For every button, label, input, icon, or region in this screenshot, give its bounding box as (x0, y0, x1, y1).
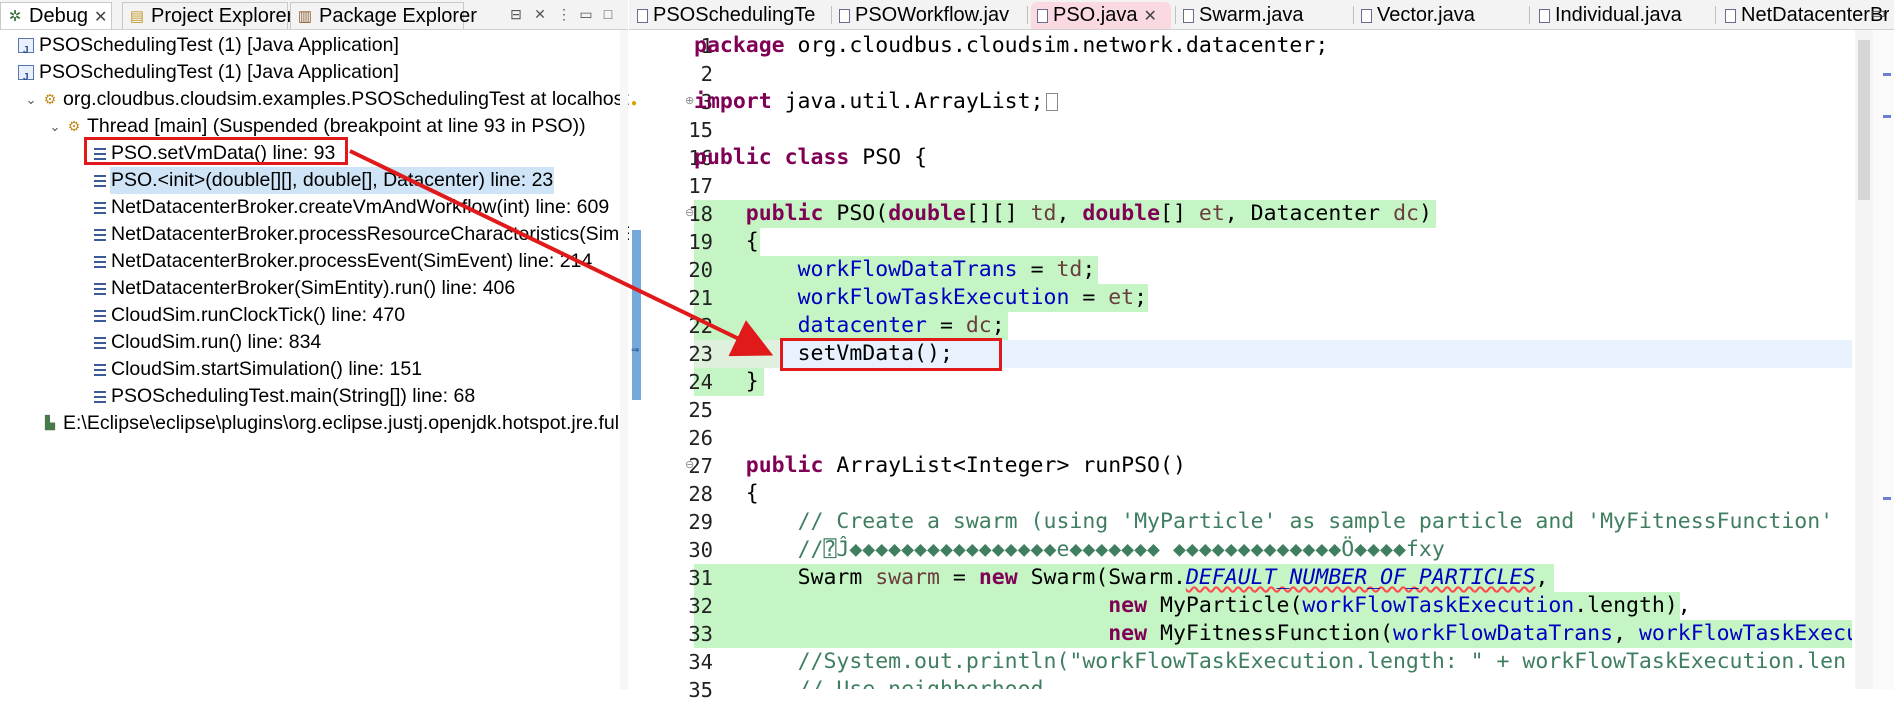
overview-marker[interactable] (1883, 73, 1891, 76)
overview-marker[interactable] (1883, 497, 1891, 500)
annotation-arrow (349, 149, 774, 357)
overview-marker[interactable] (1883, 115, 1891, 118)
overview-ruler[interactable] (1873, 30, 1894, 689)
editor-scrollbar-thumb[interactable] (1858, 40, 1870, 200)
